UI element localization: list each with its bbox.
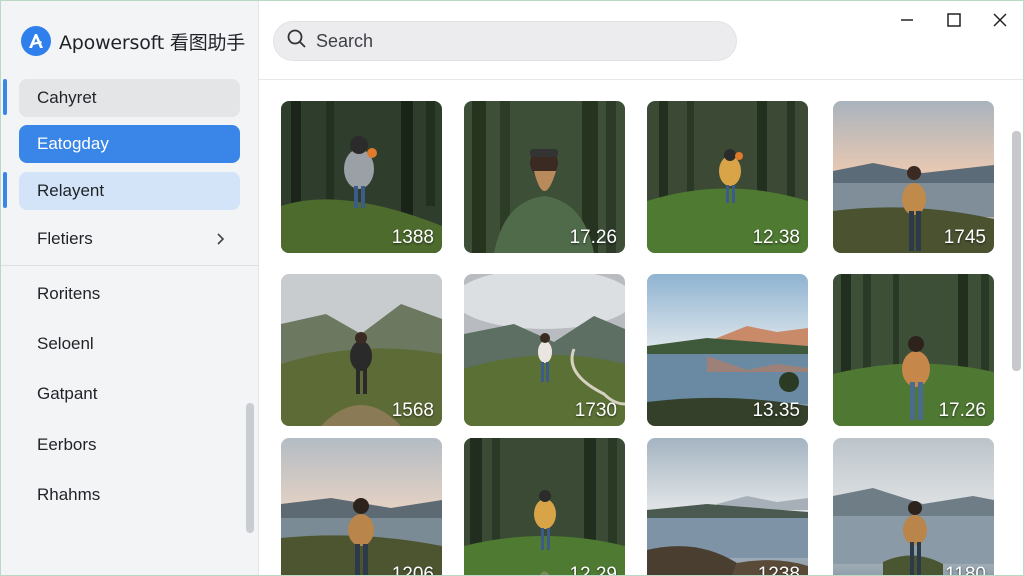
photo-number: 1206 — [391, 564, 434, 576]
photo-thumbnail[interactable]: 1388 — [281, 101, 442, 253]
minimize-icon — [901, 19, 913, 21]
brand: Apowersoft 看图助手 — [21, 25, 245, 57]
photo-thumbnail[interactable]: 1730 — [464, 274, 625, 426]
sidebar-divider — [1, 265, 258, 266]
photo-thumbnail[interactable]: 1745 — [833, 101, 994, 253]
sidebar-item-label: Eatogday — [37, 134, 109, 153]
search-bar[interactable] — [273, 21, 737, 61]
gallery-scrollbar[interactable] — [1012, 131, 1021, 371]
sidebar-item-label: Relayent — [37, 181, 105, 200]
photo-number: 17.26 — [938, 400, 986, 421]
sidebar-link[interactable]: Gatpant — [37, 384, 98, 404]
photo-number: 1730 — [574, 400, 617, 421]
photo-thumbnail[interactable]: 12.38 — [647, 101, 808, 253]
close-button[interactable] — [984, 7, 1016, 33]
photo-number: 1238 — [757, 564, 800, 576]
sidebar-item-label: Cahyret — [37, 88, 97, 107]
photo-thumbnail[interactable]: 1206 — [281, 438, 442, 576]
photo-thumbnail[interactable]: 1238 — [647, 438, 808, 576]
sidebar-item-cahyret[interactable]: Cahyret — [19, 79, 240, 117]
chevron-right-icon — [212, 229, 230, 249]
sidebar-link[interactable]: Eerbors — [37, 435, 97, 455]
sidebar-item-relayent[interactable]: Relayent — [19, 172, 240, 210]
photo-number: 12.29 — [569, 564, 617, 576]
photo-thumbnail[interactable]: 17.26 — [464, 101, 625, 253]
photo-number: 1180 — [945, 564, 986, 576]
photo-number: 1745 — [943, 227, 986, 248]
sidebar-item-label: Fletiers — [37, 229, 93, 248]
sidebar-item-fletiers[interactable]: Fletiers — [19, 220, 240, 258]
sidebar-scrollbar[interactable] — [246, 403, 254, 533]
photo-number: 13.35 — [752, 400, 800, 421]
photo-thumbnail[interactable]: 1568 — [281, 274, 442, 426]
close-icon — [993, 13, 1007, 27]
app-logo-icon — [21, 26, 51, 56]
photo-number: 1568 — [391, 400, 434, 421]
photo-number: 17.26 — [569, 227, 617, 248]
sidebar-link[interactable]: Rhahms — [37, 485, 100, 505]
search-icon — [286, 28, 308, 55]
sidebar-link[interactable]: Seloenl — [37, 334, 94, 354]
photo-number: 12.38 — [752, 227, 800, 248]
header-divider — [259, 79, 1023, 80]
app-window: Apowersoft 看图助手 Cahyret Eatogday Relayen… — [0, 0, 1024, 576]
sidebar-item-eatogday[interactable]: Eatogday — [19, 125, 240, 163]
minimize-button[interactable] — [891, 7, 923, 33]
app-title: Apowersoft 看图助手 — [59, 31, 246, 54]
photo-thumbnail[interactable]: 12.29 — [464, 438, 625, 576]
photo-number: 1388 — [391, 227, 434, 248]
maximize-icon — [947, 13, 961, 27]
photo-thumbnail[interactable]: 1180 — [833, 438, 994, 576]
photo-thumbnail[interactable]: 13.35 — [647, 274, 808, 426]
photo-thumbnail[interactable]: 17.26 — [833, 274, 994, 426]
search-input[interactable] — [316, 30, 716, 52]
nav-indicator — [3, 172, 7, 208]
sidebar-link[interactable]: Roritens — [37, 284, 100, 304]
nav-indicator — [3, 79, 7, 115]
maximize-button[interactable] — [938, 7, 970, 33]
sidebar: Apowersoft 看图助手 Cahyret Eatogday Relayen… — [1, 1, 259, 575]
